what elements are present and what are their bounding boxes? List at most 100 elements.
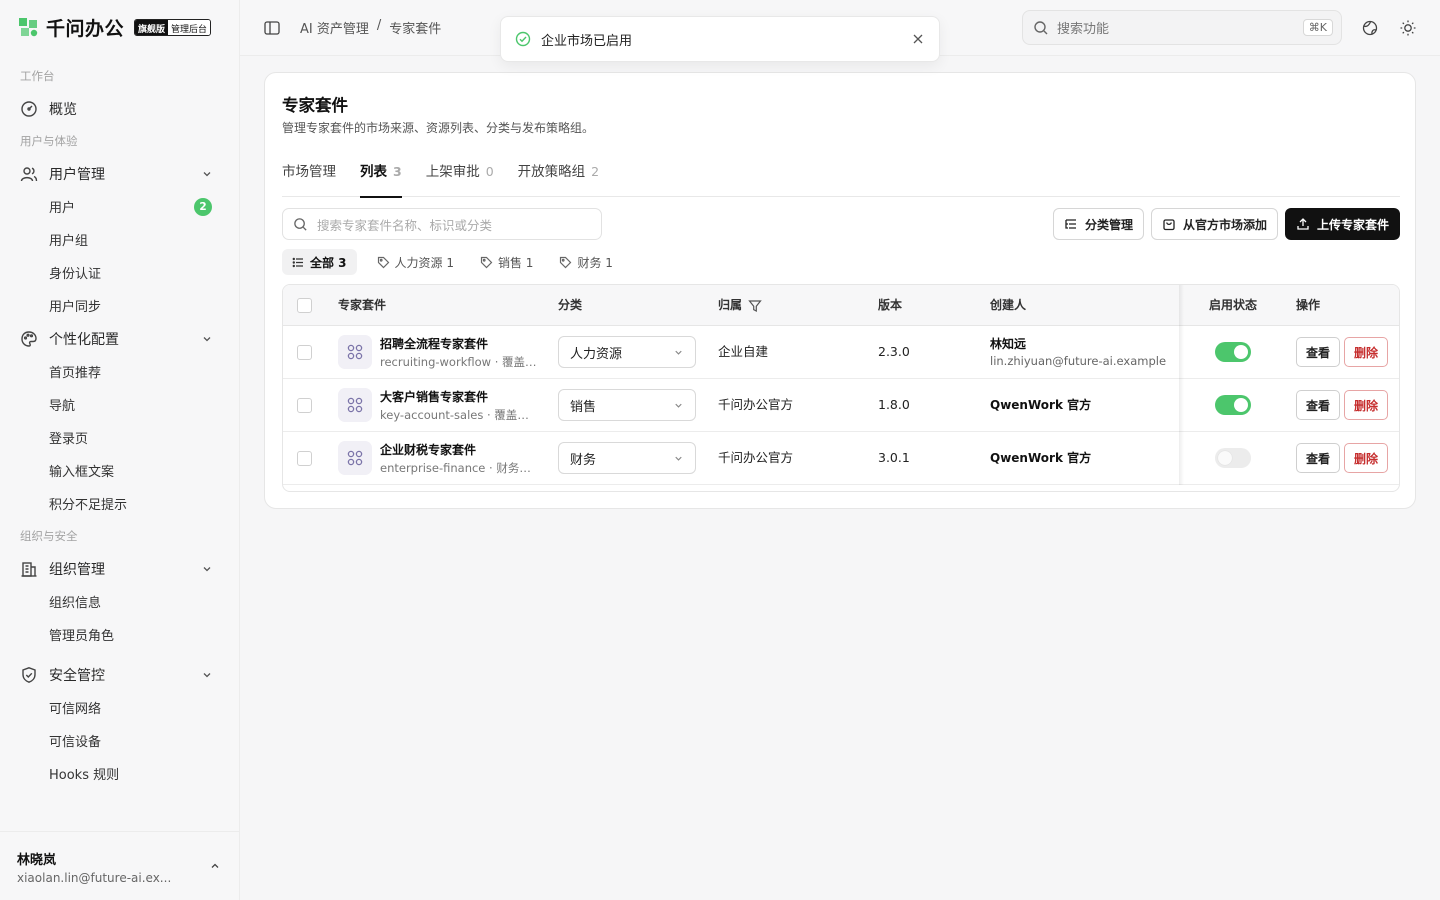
sidebar-item-user-sync[interactable]: 用户同步 bbox=[0, 289, 239, 322]
enable-toggle[interactable] bbox=[1215, 448, 1251, 468]
sidebar-item-home-recommend[interactable]: 首页推荐 bbox=[0, 355, 239, 388]
tab-market-management[interactable]: 市场管理 bbox=[282, 159, 336, 197]
tab-open-policy-groups[interactable]: 开放策略组 2 bbox=[518, 159, 599, 197]
sidebar-item-label: 用户 bbox=[49, 201, 76, 216]
filter-chip-all[interactable]: 全部 3 bbox=[282, 249, 357, 275]
tag-icon bbox=[560, 256, 572, 268]
sidebar-item-admin-roles[interactable]: 管理员角色 bbox=[0, 618, 239, 651]
sidebar-item-label: 导航 bbox=[49, 399, 76, 414]
add-from-official-market-button[interactable]: 从官方市场添加 bbox=[1151, 208, 1279, 240]
sidebar-item-org-info[interactable]: 组织信息 bbox=[0, 585, 239, 618]
sidebar-item-trusted-network[interactable]: 可信网络 bbox=[0, 691, 239, 724]
suite-version: 2.3.0 bbox=[878, 344, 910, 359]
suite-icon bbox=[338, 441, 372, 475]
creator-name: QwenWork 官方 bbox=[990, 451, 1092, 465]
brand[interactable]: 千问办公 旗舰版 管理后台 bbox=[16, 13, 212, 41]
sidebar-item-identity-auth[interactable]: 身份认证 bbox=[0, 256, 239, 289]
category-select[interactable]: 财务 bbox=[558, 442, 696, 474]
enable-toggle[interactable] bbox=[1215, 342, 1251, 362]
sidebar-item-hooks-rules[interactable]: Hooks 规则 bbox=[0, 757, 239, 790]
suite-name[interactable]: 招聘全流程专家套件 bbox=[380, 335, 488, 352]
nav-section-user-experience: 用户与体验 bbox=[20, 134, 78, 148]
global-search-placeholder: 搜索功能 bbox=[1057, 22, 1110, 37]
creator-name: QwenWork 官方 bbox=[990, 398, 1092, 412]
column-header-owner: 归属 bbox=[718, 285, 762, 326]
suite-search-input[interactable]: 搜索专家套件名称、标识或分类 bbox=[282, 208, 602, 240]
breadcrumb-separator: / bbox=[376, 18, 382, 33]
suite-icon bbox=[338, 335, 372, 369]
row-checkbox[interactable] bbox=[297, 451, 312, 466]
sidebar-item-label: 输入框文案 bbox=[49, 465, 115, 480]
filter-funnel-icon[interactable] bbox=[748, 299, 762, 313]
sidebar-group-security[interactable]: 安全管控 bbox=[0, 658, 239, 691]
category-management-button[interactable]: 分类管理 bbox=[1053, 208, 1145, 240]
delete-button[interactable]: 删除 bbox=[1344, 390, 1388, 420]
row-checkbox[interactable] bbox=[297, 398, 312, 413]
filter-chip-sales[interactable]: 销售 1 bbox=[474, 249, 539, 275]
category-select[interactable]: 销售 bbox=[558, 389, 696, 421]
row-checkbox[interactable] bbox=[297, 345, 312, 360]
view-button[interactable]: 查看 bbox=[1296, 337, 1340, 367]
filter-chip-finance[interactable]: 财务 1 bbox=[553, 249, 618, 275]
sticky-column-shadow bbox=[1179, 285, 1184, 485]
sidebar-item-overview[interactable]: 概览 bbox=[0, 92, 239, 125]
suite-name[interactable]: 企业财税专家套件 bbox=[380, 441, 476, 458]
sidebar-item-users[interactable]: 用户 2 bbox=[0, 190, 239, 223]
tab-count: 0 bbox=[485, 164, 494, 179]
sun-icon[interactable] bbox=[1399, 19, 1417, 37]
sidebar-item-label: 首页推荐 bbox=[49, 366, 102, 381]
sidebar-toggle-icon[interactable] bbox=[263, 19, 281, 37]
sidebar-item-label: 用户管理 bbox=[49, 166, 105, 183]
tab-listing-approval[interactable]: 上架审批 0 bbox=[426, 159, 494, 197]
sidebar-item-low-credit-tip[interactable]: 积分不足提示 bbox=[0, 487, 239, 520]
chip-label: 销售 1 bbox=[497, 255, 534, 270]
toast-message: 企业市场已启用 bbox=[541, 33, 633, 49]
category-select[interactable]: 人力资源 bbox=[558, 336, 696, 368]
upload-expert-suite-button[interactable]: 上传专家套件 bbox=[1285, 208, 1401, 240]
delete-button[interactable]: 删除 bbox=[1344, 337, 1388, 367]
tab-list[interactable]: 列表 3 bbox=[360, 159, 402, 198]
tab-label: 上架审批 bbox=[425, 164, 480, 180]
column-header-version: 版本 bbox=[878, 298, 903, 312]
page-title: 专家套件 bbox=[282, 96, 348, 115]
enable-toggle[interactable] bbox=[1215, 395, 1251, 415]
category-select-value: 销售 bbox=[570, 399, 597, 415]
owner-header-label: 归属 bbox=[718, 298, 743, 312]
suite-identifier: enterprise-finance · 财务与税务 bbox=[380, 461, 538, 475]
view-button[interactable]: 查看 bbox=[1296, 390, 1340, 420]
sidebar-item-label: 登录页 bbox=[49, 432, 89, 447]
select-all-checkbox[interactable] bbox=[297, 298, 312, 313]
list-icon bbox=[292, 257, 303, 267]
close-icon[interactable] bbox=[911, 32, 925, 46]
sidebar-group-org-management[interactable]: 组织管理 bbox=[0, 552, 239, 585]
upload-icon bbox=[1297, 218, 1309, 230]
tab-bar: 市场管理 列表 3 上架审批 0 开放策略组 2 bbox=[282, 159, 1400, 198]
sidebar-item-login-page[interactable]: 登录页 bbox=[0, 421, 239, 454]
category-select-value: 财务 bbox=[570, 452, 597, 468]
brand-logo-icon bbox=[19, 18, 38, 37]
sidebar-item-label: 可信设备 bbox=[49, 735, 102, 750]
suite-name[interactable]: 大客户销售专家套件 bbox=[380, 388, 488, 405]
sidebar-item-user-groups[interactable]: 用户组 bbox=[0, 223, 239, 256]
sidebar-item-input-copy[interactable]: 输入框文案 bbox=[0, 454, 239, 487]
sidebar-group-personalization[interactable]: 个性化配置 bbox=[0, 322, 239, 355]
sidebar-item-navigation[interactable]: 导航 bbox=[0, 388, 239, 421]
button-label: 上传专家套件 bbox=[1317, 217, 1390, 232]
filter-chip-hr[interactable]: 人力资源 1 bbox=[371, 249, 460, 275]
sidebar-item-trusted-devices[interactable]: 可信设备 bbox=[0, 724, 239, 757]
button-label: 从官方市场添加 bbox=[1183, 217, 1268, 232]
breadcrumb-ai-assets[interactable]: AI 资产管理 bbox=[300, 18, 369, 37]
column-header-actions: 操作 bbox=[1296, 298, 1321, 312]
account-menu[interactable]: 林晓岚 xiaolan.lin@future-ai.ex... bbox=[0, 831, 239, 900]
shopping-bag-icon bbox=[1163, 219, 1175, 231]
suite-icon bbox=[338, 388, 372, 422]
delete-button[interactable]: 删除 bbox=[1344, 443, 1388, 473]
view-button[interactable]: 查看 bbox=[1296, 443, 1340, 473]
users-icon bbox=[20, 166, 38, 181]
global-search-input[interactable]: 搜索功能 ⌘K bbox=[1022, 10, 1342, 45]
tab-label: 市场管理 bbox=[282, 164, 336, 180]
globe-icon[interactable] bbox=[1361, 19, 1379, 37]
breadcrumb: AI 资产管理 / 专家套件 bbox=[300, 18, 441, 37]
sidebar-group-user-management[interactable]: 用户管理 bbox=[0, 157, 239, 190]
expert-suite-panel: 专家套件 管理专家套件的市场来源、资源列表、分类与发布策略组。 市场管理 列表 3… bbox=[264, 72, 1416, 509]
